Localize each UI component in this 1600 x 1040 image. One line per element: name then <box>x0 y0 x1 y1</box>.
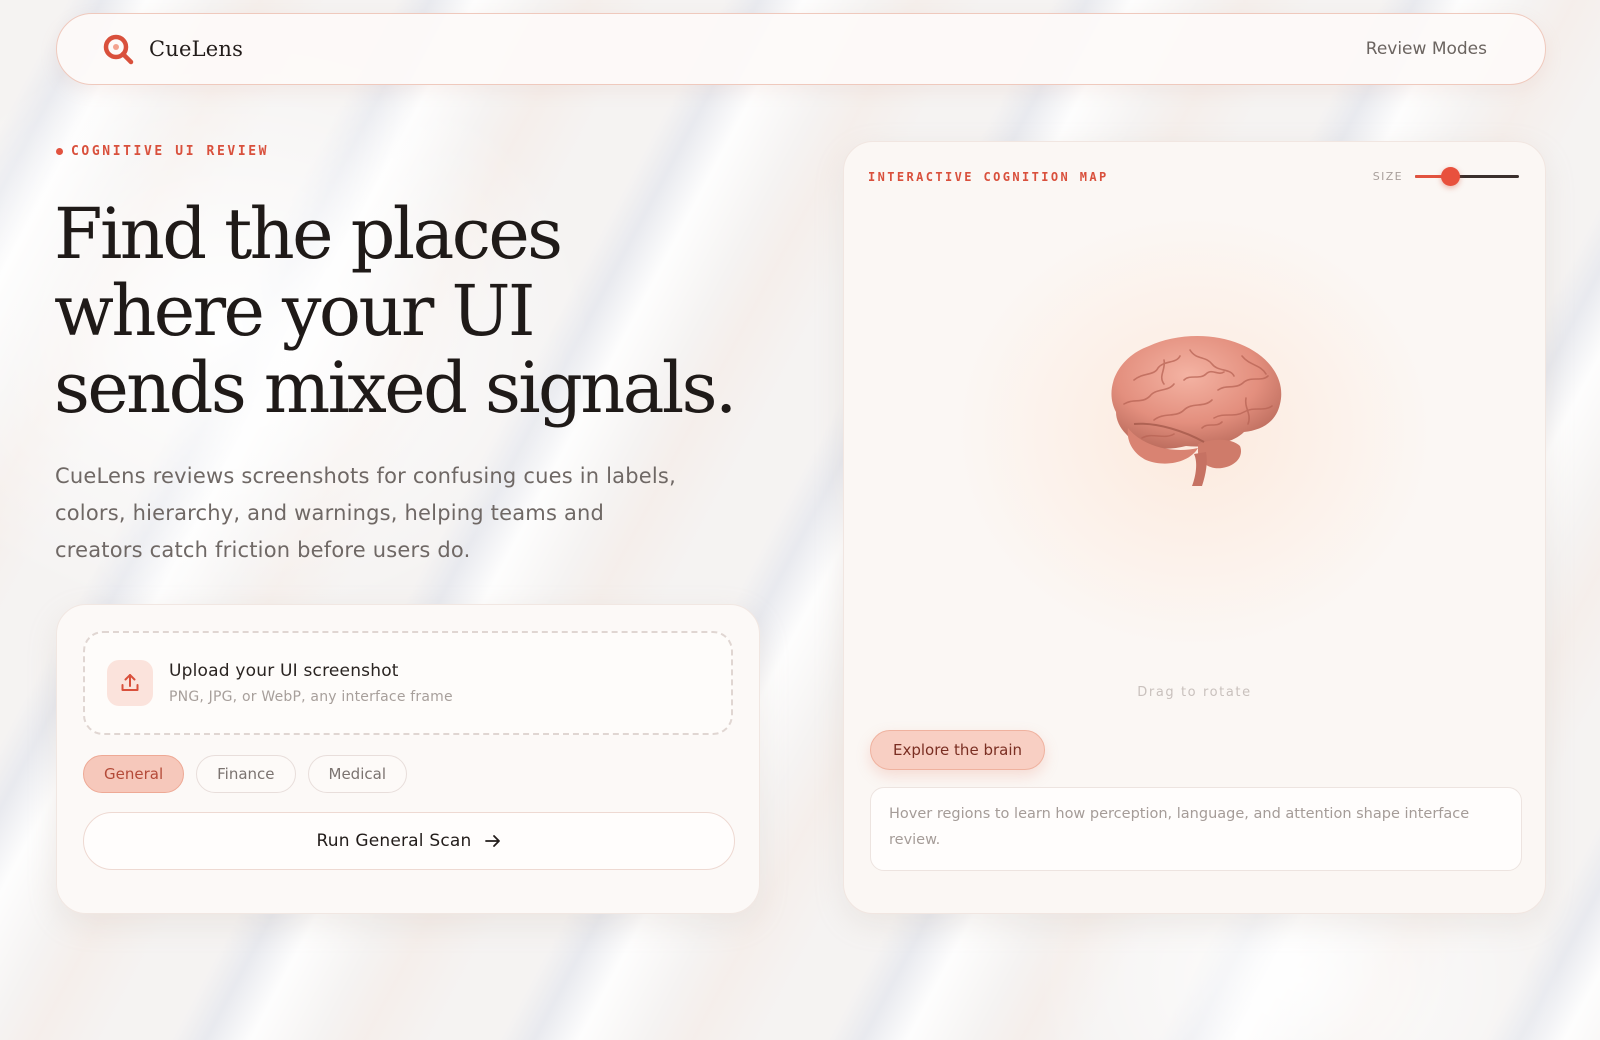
arrow-right-icon <box>485 835 501 847</box>
hero-headline: Find the places where your UI sends mixe… <box>54 196 774 427</box>
eyebrow: COGNITIVE UI REVIEW <box>56 144 269 159</box>
upload-icon-badge <box>107 660 153 706</box>
run-scan-label: Run General Scan <box>316 831 472 851</box>
size-control: SIZE <box>1373 166 1519 186</box>
run-scan-button[interactable]: Run General Scan <box>83 812 735 870</box>
eyebrow-dot-icon <box>56 148 63 155</box>
size-label: SIZE <box>1372 169 1403 183</box>
brand[interactable]: CueLens <box>101 32 243 66</box>
explore-brain-button[interactable]: Explore the brain <box>870 730 1045 770</box>
brand-name: CueLens <box>149 37 244 61</box>
headline-line: Find the places <box>54 193 563 275</box>
brain-3d-model[interactable] <box>1094 320 1294 490</box>
upload-icon <box>121 674 139 691</box>
cuelens-logo-icon <box>103 34 134 65</box>
drag-hint: Drag to rotate <box>1137 685 1252 700</box>
upload-title: Upload your UI screenshot <box>169 661 399 681</box>
map-title: INTERACTIVE COGNITION MAP <box>868 170 1109 184</box>
eyebrow-text: COGNITIVE UI REVIEW <box>71 144 270 159</box>
nav-link-review-modes[interactable]: Review Modes <box>1366 39 1487 59</box>
mode-chip-general[interactable]: General <box>83 755 185 793</box>
hero-description: CueLens reviews screenshots for confusin… <box>55 464 676 562</box>
size-slider[interactable] <box>1415 166 1519 186</box>
upload-card: Upload your UI screenshot PNG, JPG, or W… <box>56 604 760 914</box>
upload-subtitle: PNG, JPG, or WebP, any interface frame <box>169 689 453 705</box>
mode-chip-finance[interactable]: Finance <box>196 755 296 793</box>
upload-text: Upload your UI screenshot PNG, JPG, or W… <box>169 661 453 705</box>
headline-line: sends mixed signals. <box>54 347 737 429</box>
mode-chip-medical[interactable]: Medical <box>307 755 407 793</box>
region-info-box: Hover regions to learn how perception, l… <box>870 787 1522 871</box>
cognition-map-card: INTERACTIVE COGNITION MAP SIZE Drag to r… <box>843 141 1546 914</box>
mode-chips: General Finance Medical <box>83 755 407 793</box>
top-nav: CueLens Review Modes <box>56 13 1546 85</box>
upload-dropzone[interactable]: Upload your UI screenshot PNG, JPG, or W… <box>83 631 733 735</box>
headline-line: where your UI <box>54 270 536 352</box>
slider-thumb[interactable] <box>1440 167 1460 186</box>
